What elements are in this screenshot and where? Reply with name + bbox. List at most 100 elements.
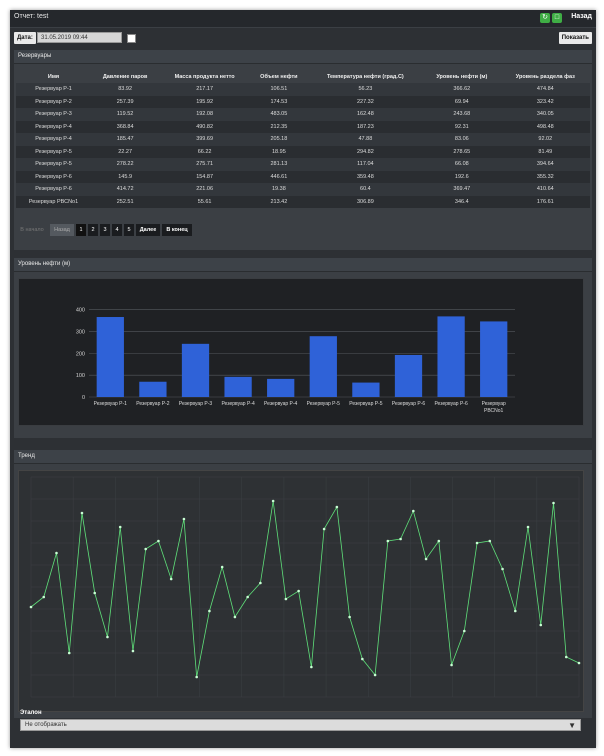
table-row[interactable]: Резервуар Р-4 368.84 490.82 212.35 187.23 92.… <box>16 120 590 133</box>
trend-point <box>322 527 326 531</box>
report-title: Отчет: test <box>14 13 49 20</box>
trend-point <box>55 551 58 555</box>
date-label: Дата: <box>14 32 36 44</box>
table-cell: Резервуар Р-4 <box>16 120 92 133</box>
table-row[interactable]: Резервуар Р-1 83.92 217.17 106.51 56.23 366.6… <box>16 83 590 96</box>
table-cell: 217.17 <box>159 83 251 96</box>
table-cell: 221.06 <box>159 183 251 196</box>
trend-point <box>577 661 581 665</box>
table-row[interactable]: Резервуар Р-5 22.27 66.22 18.95 294.82 278.65… <box>16 145 590 158</box>
table-row[interactable]: Резервуар Р-4 185.47 399.69 205.18 47.88 83.0… <box>16 133 590 146</box>
table-cell: 346.4 <box>423 195 501 208</box>
table-cell: Резервуар Р-2 <box>16 95 92 108</box>
y-tick-label: 100 <box>76 373 85 379</box>
trend-point <box>169 577 173 581</box>
table-cell: 369.47 <box>423 183 501 196</box>
table-cell: 368.84 <box>91 120 160 133</box>
table-cell: 257.39 <box>91 95 160 108</box>
x-tick-label: Резервуар Р-6 <box>434 401 468 407</box>
column-header[interactable]: Масса продукта нетто <box>159 70 250 83</box>
table-cell: 185.47 <box>91 133 160 146</box>
export-icon[interactable]: □ <box>552 13 562 23</box>
pager-page-1[interactable]: 1 <box>76 224 86 236</box>
trend-point <box>552 501 555 505</box>
trend-chart-panel <box>18 470 584 712</box>
trend-point <box>450 663 453 667</box>
y-tick-label: 0 <box>82 395 85 401</box>
bar <box>437 316 465 397</box>
back-button[interactable]: Назад <box>571 13 592 20</box>
pager-page-3[interactable]: 3 <box>100 224 110 236</box>
column-header[interactable]: Уровень нефти (м) <box>423 70 501 83</box>
table-cell: 66.22 <box>159 145 251 158</box>
show-button[interactable]: Показать <box>558 32 592 44</box>
etalon-selected: Не отображать <box>25 722 67 728</box>
bar <box>352 382 380 397</box>
pager-first[interactable]: В начало <box>16 224 48 236</box>
column-header[interactable]: Уровень раздела фаз <box>501 70 590 83</box>
table-cell: 55.61 <box>159 195 251 208</box>
trend-point <box>106 635 109 639</box>
refresh-icon[interactable]: ↻ <box>540 13 550 23</box>
trend-point <box>564 655 568 659</box>
pager-next[interactable]: Далее <box>136 224 160 236</box>
bar <box>309 336 337 397</box>
table-row[interactable]: Резервуар Р-5 278.22 275.71 281.13 117.04 66.… <box>16 158 590 171</box>
bar <box>480 321 508 397</box>
etalon-label: Эталон <box>20 710 42 716</box>
table-cell: 205.18 <box>250 133 308 146</box>
table-cell: 83.06 <box>423 133 501 146</box>
table-cell: 410.64 <box>500 183 590 196</box>
table-cell: 490.82 <box>159 120 251 133</box>
table-cell: 323.42 <box>500 95 590 108</box>
column-header[interactable]: Объем нефти <box>250 70 308 83</box>
trend-point <box>284 597 288 601</box>
pager-last[interactable]: В конец <box>162 224 192 236</box>
trend-point <box>424 557 428 561</box>
pager-page-5[interactable]: 5 <box>124 224 134 236</box>
x-tick-label: Резервуар Р-2 <box>136 401 170 407</box>
trend-point <box>157 539 160 543</box>
x-tick-label: Резервуар Р-1 <box>94 401 128 407</box>
x-tick-label: Резервуар Р-5 <box>307 401 341 407</box>
chevron-down-icon: ▼ <box>568 721 576 730</box>
pager-page-4[interactable]: 4 <box>112 224 122 236</box>
table-row[interactable]: Резервуар Р-2 257.39 195.92 174.53 227.32 69.… <box>16 95 590 108</box>
trend-point <box>182 517 186 521</box>
etalon-select[interactable]: Не отображать ▼ <box>20 719 581 731</box>
trend-point <box>526 525 530 529</box>
date-input[interactable]: 31.05.2019 09:44 <box>37 32 122 43</box>
pager-page-2[interactable]: 2 <box>88 224 98 236</box>
date-checkbox[interactable] <box>127 34 136 43</box>
table-cell: 60.4 <box>307 183 424 196</box>
pager-prev[interactable]: Назад <box>50 224 74 236</box>
table-row[interactable]: Резервуар Р-3 119.52 192.08 483.05 162.48 243… <box>16 108 590 121</box>
table-cell: 294.82 <box>307 145 424 158</box>
table-cell: Резервуар Р-6 <box>16 170 92 183</box>
trend-point <box>412 509 415 513</box>
table-header-row: Имя Давление паров Масса продукта нетто … <box>16 70 590 83</box>
table-row[interactable]: Резервуар РВСNo1 252.51 55.61 213.42 306.89 3… <box>16 195 590 208</box>
trend-point <box>297 589 300 593</box>
column-header[interactable]: Имя <box>16 70 91 83</box>
column-header[interactable]: Температура нефти (град.С) <box>308 70 423 83</box>
table-cell: 394.64 <box>500 158 590 171</box>
trend-point <box>513 609 517 613</box>
table-cell: 69.94 <box>423 95 501 108</box>
table-cell: 19.38 <box>250 183 308 196</box>
table-row[interactable]: Резервуар Р-6 414.72 221.06 19.38 60.4 369.47… <box>16 183 590 196</box>
y-tick-label: 300 <box>76 330 85 336</box>
table-row[interactable]: Резервуар Р-6 145.9 154.87 446.61 359.48 192.… <box>16 170 590 183</box>
table-cell: 275.71 <box>159 158 251 171</box>
tanks-section-title: Резервуары <box>14 50 592 64</box>
x-tick-label: Резервуар РВСNo1 <box>482 401 506 414</box>
column-header[interactable]: Давление паров <box>91 70 159 83</box>
trend-point <box>361 657 364 661</box>
trend-point <box>93 591 97 595</box>
bar <box>394 354 423 397</box>
table-cell: 106.51 <box>250 83 308 96</box>
pagination: В начало Назад 1 2 3 4 5 Далее В конец <box>16 224 206 236</box>
level-chart-panel: 0 100 200 300 400 Резервуар Р-1 Резервуар Р-2 Р… <box>18 278 584 426</box>
table-cell: 213.42 <box>250 195 308 208</box>
tanks-table: Имя Давление паров Масса продукта нетто … <box>16 70 590 208</box>
